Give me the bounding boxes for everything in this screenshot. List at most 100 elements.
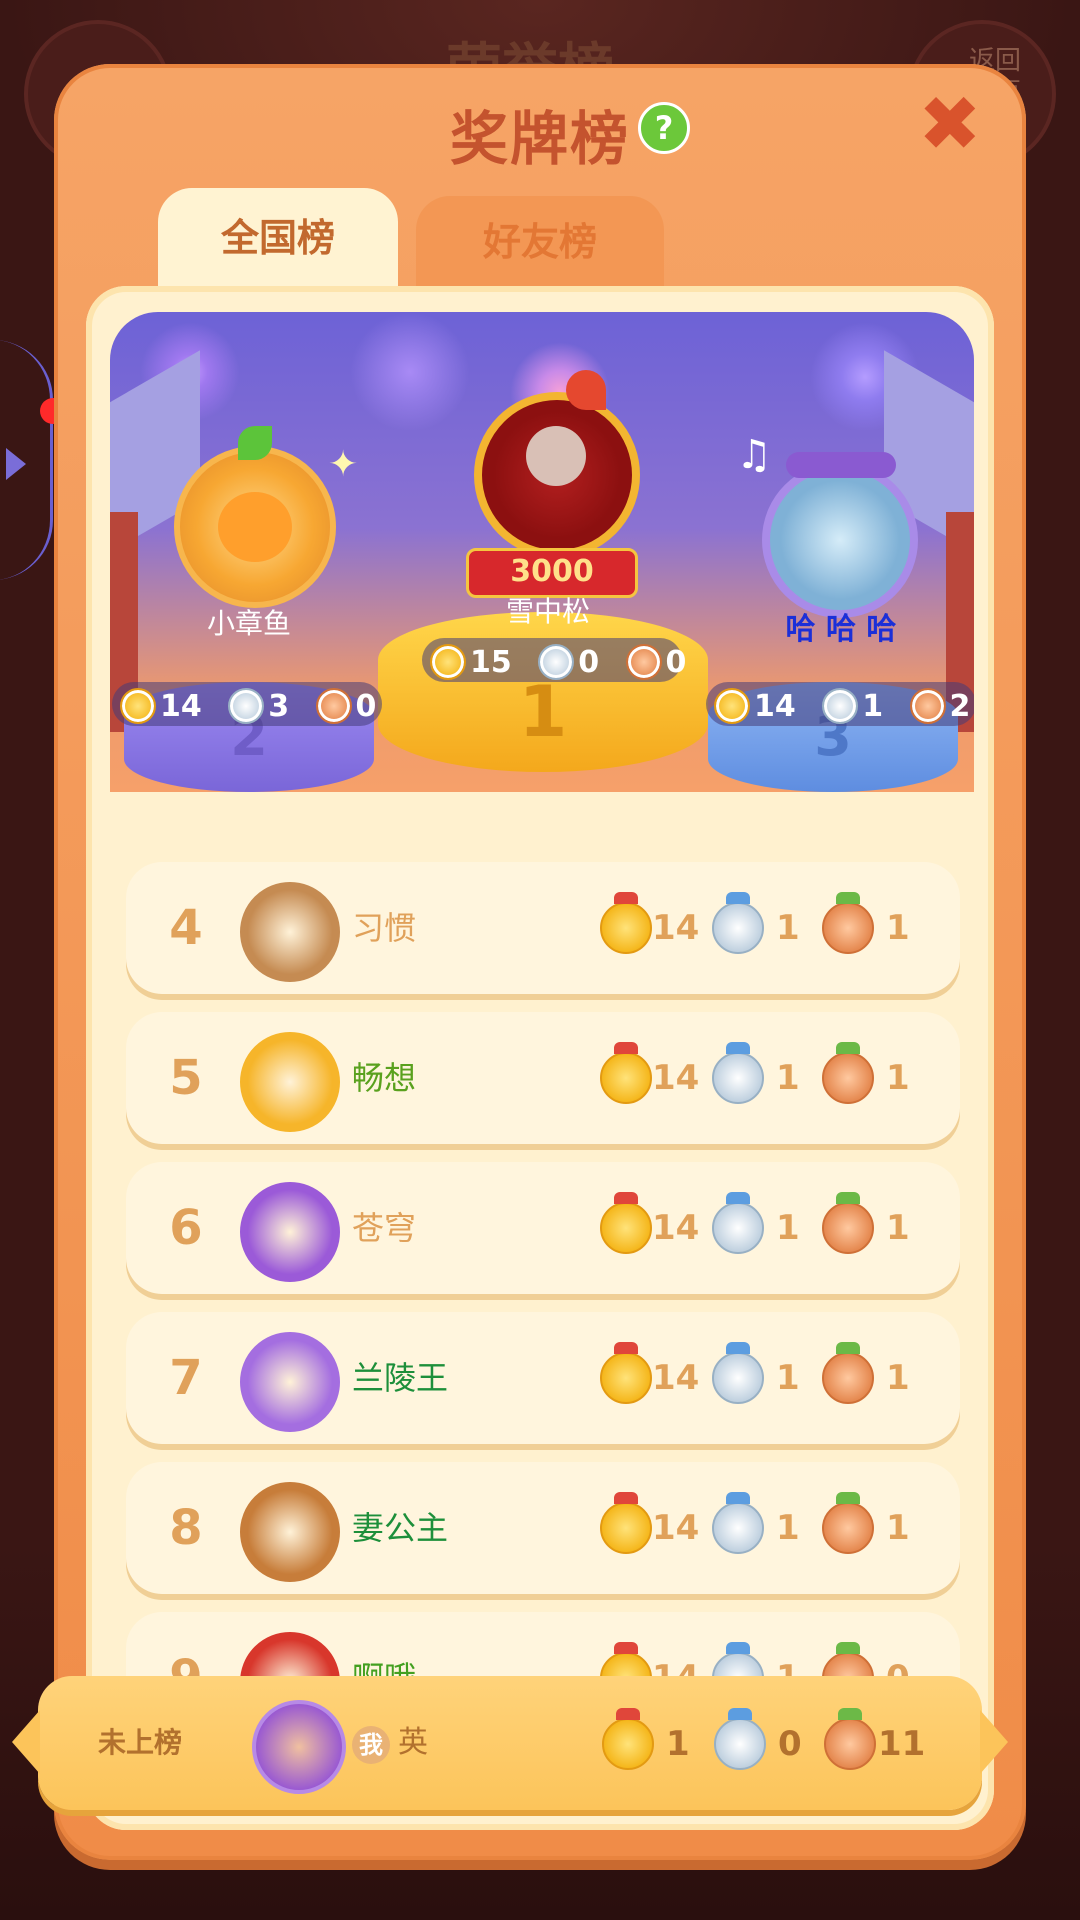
- gold-count: 14: [652, 1208, 700, 1248]
- player-name: 畅想: [352, 1059, 417, 1097]
- avatar[interactable]: [240, 1032, 340, 1132]
- user-photo: [526, 426, 586, 486]
- rank-number: 4: [169, 900, 203, 956]
- bronze-medal-icon: [822, 1342, 874, 1404]
- podium-name-third: 哈 哈 哈: [785, 612, 897, 647]
- silver-medal-icon: [538, 644, 575, 680]
- me-tag: 我: [352, 1726, 390, 1764]
- silver-count: 0: [778, 1724, 802, 1764]
- player-name: 妻公主: [352, 1509, 449, 1547]
- question-icon[interactable]: ?: [638, 102, 690, 154]
- silver-medal-icon: [714, 1708, 766, 1770]
- firework-decoration: [350, 312, 470, 432]
- gold-medal-icon: [600, 1042, 652, 1104]
- gold-count: 14: [160, 688, 202, 724]
- gold-medal-icon: [714, 688, 750, 724]
- pedestal-first: 1: [378, 612, 708, 772]
- bronze-count: 2: [949, 688, 971, 724]
- tab-national[interactable]: 全国榜: [158, 188, 398, 288]
- gold-medal-icon: [120, 688, 156, 724]
- player-name: 习惯: [352, 909, 417, 947]
- bronze-medal-icon: [822, 892, 874, 954]
- player-name: 兰陵王: [352, 1359, 449, 1397]
- gold-count: 14: [652, 1358, 700, 1398]
- silver-count: 3: [268, 688, 290, 724]
- sparkle-icon: ✦: [328, 444, 359, 485]
- rank-number: 8: [169, 1500, 203, 1556]
- close-icon[interactable]: ✖: [918, 86, 982, 162]
- hat-icon: [786, 452, 896, 478]
- bronze-medal-icon: [822, 1492, 874, 1554]
- silver-count: 0: [578, 644, 600, 680]
- bronze-count: 1: [886, 1208, 910, 1248]
- bronze-medal-icon: [822, 1192, 874, 1254]
- gold-count: 14: [754, 688, 796, 724]
- table-row[interactable]: 4 习惯 14 1 1: [126, 862, 960, 994]
- my-rank-row[interactable]: 未上榜 我 英 1 0 11: [12, 1676, 1008, 1810]
- sunflower-face-icon: [218, 492, 292, 562]
- bronze-medal-icon: [625, 644, 662, 680]
- gold-count: 14: [652, 1508, 700, 1548]
- music-note-icon: ♫: [736, 432, 772, 478]
- silver-count: 1: [776, 1508, 800, 1548]
- rooster-comb-icon: [566, 370, 606, 410]
- bronze-medal-icon: [824, 1708, 876, 1770]
- bronze-count: 0: [355, 688, 377, 724]
- silver-medal-icon: [712, 1342, 764, 1404]
- avatar[interactable]: [240, 1182, 340, 1282]
- podium-stats-second: 14 3 0: [112, 682, 382, 726]
- gold-count: 14: [652, 1058, 700, 1098]
- rank-number: 7: [169, 1350, 203, 1406]
- table-row[interactable]: 8 妻公主 14 1 1: [126, 1462, 960, 1594]
- leaf-icon: [238, 426, 272, 460]
- avatar[interactable]: [252, 1700, 346, 1794]
- silver-count: 1: [776, 1208, 800, 1248]
- avatar[interactable]: [240, 1332, 340, 1432]
- podium-stage: 2 1 3 ✦ ♫ 3000 雪中松 小章鱼 哈 哈 哈 15 0 0 14 3…: [110, 312, 974, 792]
- gold-count: 1: [666, 1724, 690, 1764]
- gold-count: 15: [470, 644, 512, 680]
- avatar[interactable]: [240, 882, 340, 982]
- silver-medal-icon: [822, 688, 859, 724]
- silver-count: 1: [862, 688, 884, 724]
- rank-number: 6: [169, 1200, 203, 1256]
- silver-count: 1: [776, 1358, 800, 1398]
- player-name: 苍穹: [352, 1209, 417, 1247]
- bronze-count: 0: [665, 644, 687, 680]
- my-name: 英: [398, 1725, 428, 1760]
- tab-friends[interactable]: 好友榜: [416, 196, 664, 288]
- gold-medal-icon: [600, 1192, 652, 1254]
- table-row[interactable]: 7 兰陵王 14 1 1: [126, 1312, 960, 1444]
- bronze-count: 1: [886, 1058, 910, 1098]
- silver-medal-icon: [228, 688, 265, 724]
- podium-avatar-third[interactable]: [762, 452, 918, 618]
- leaderboard-content: 2 1 3 ✦ ♫ 3000 雪中松 小章鱼 哈 哈 哈 15 0 0 14 3…: [86, 286, 994, 1830]
- gold-medal-icon: [600, 1342, 652, 1404]
- side-arrow-icon[interactable]: [6, 448, 26, 480]
- table-row[interactable]: 5 畅想 14 1 1: [126, 1012, 960, 1144]
- bronze-count: 11: [878, 1724, 926, 1764]
- gold-medal-icon: [430, 644, 466, 680]
- podium-name-second: 小章鱼: [206, 607, 291, 640]
- silver-medal-icon: [712, 1492, 764, 1554]
- rank-number: 5: [169, 1050, 203, 1106]
- bronze-count: 1: [886, 908, 910, 948]
- my-rank-label: 未上榜: [98, 1726, 183, 1759]
- medal-leaderboard-dialog: 奖牌榜 ? ✖ 全国榜 好友榜 2 1 3 ✦ ♫ 3000 雪中松 小章鱼 哈…: [54, 64, 1026, 1860]
- podium-avatar-second[interactable]: [174, 426, 336, 608]
- silver-count: 1: [776, 1058, 800, 1098]
- silver-count: 1: [776, 908, 800, 948]
- dialog-title: 奖牌榜: [449, 105, 630, 173]
- table-row[interactable]: 6 苍穹 14 1 1: [126, 1162, 960, 1294]
- silver-medal-icon: [712, 892, 764, 954]
- bronze-medal-icon: [315, 688, 352, 724]
- silver-medal-icon: [712, 1042, 764, 1104]
- bronze-medal-icon: [909, 688, 946, 724]
- bronze-medal-icon: [822, 1042, 874, 1104]
- podium-stats-first: 15 0 0: [422, 638, 686, 682]
- bronze-count: 1: [886, 1508, 910, 1548]
- gold-count: 14: [652, 908, 700, 948]
- podium-avatar-first[interactable]: [474, 370, 640, 558]
- avatar[interactable]: [240, 1482, 340, 1582]
- gold-medal-icon: [600, 892, 652, 954]
